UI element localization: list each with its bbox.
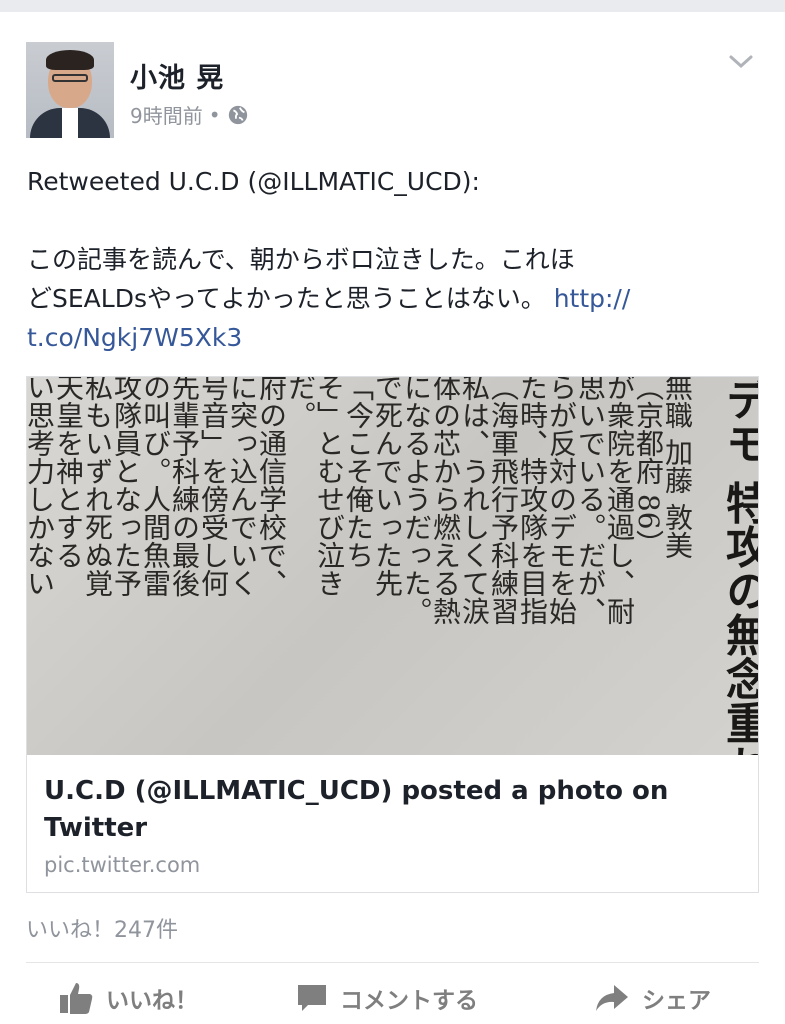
post-meta: 9時間前 •: [130, 100, 249, 129]
post-text-line-with-link: どSEALDsやってよかったと思うことはない。 http://: [27, 279, 767, 318]
divider: [26, 962, 759, 963]
newspaper-column: 私もいずれ死ぬ覚: [81, 377, 114, 597]
like-label: いいね！: [106, 988, 198, 1014]
newspaper-column: （海軍飛行予科練習: [487, 377, 520, 625]
post-card: 小池 晃 9時間前 • Retweeted U.C.D (@ILLMATIC_U…: [0, 12, 785, 1024]
newspaper-column: （京都府 86）: [632, 377, 665, 558]
newspaper-column: 府の通信学校で、: [255, 377, 288, 597]
globe-icon: [228, 105, 247, 124]
avatar[interactable]: [26, 42, 114, 138]
post-time[interactable]: 9時間前: [130, 100, 203, 129]
newspaper-column: になるようだった。: [400, 377, 433, 625]
newspaper-column: に突っ込んでいく: [226, 377, 259, 597]
thumbs-up-icon: [60, 983, 93, 1014]
share-button[interactable]: シェア: [594, 978, 711, 1018]
avatar-hair: [46, 50, 94, 70]
newspaper-photo[interactable]: デモ 特攻の無念重ね涙 無職 加藤 敦美（京都府 86）が衆院を通過し、耐思いで…: [27, 377, 758, 755]
comment-button[interactable]: コメントする: [296, 978, 478, 1018]
newspaper-column: の叫び。人間魚雷: [139, 377, 172, 597]
share-label: シェア: [642, 988, 711, 1014]
avatar-collar: [62, 108, 78, 138]
post-link-start[interactable]: http://: [554, 284, 631, 313]
post-text-line: Retweeted U.C.D (@ILLMATIC_UCD):: [27, 167, 480, 196]
post-message: Retweeted U.C.D (@ILLMATIC_UCD): この記事を読ん…: [27, 162, 767, 357]
newspaper-column: 思いでいる。だが、: [574, 377, 607, 625]
newspaper-column: 無職 加藤 敦美: [661, 377, 694, 559]
newspaper-headline: デモ 特攻の無念重ね涙: [718, 377, 758, 755]
meta-separator: •: [208, 102, 221, 127]
newspaper-column: だ。: [284, 377, 317, 429]
newspaper-column: 攻隊員となった予: [110, 377, 143, 597]
post-text-blank: [27, 201, 767, 240]
newspaper-column: た時、特攻隊を目指: [516, 377, 549, 625]
chevron-down-icon[interactable]: [728, 54, 754, 70]
newspaper-column: い思考力しかない: [27, 377, 56, 597]
shared-link-domain: pic.twitter.com: [44, 853, 201, 877]
newspaper-column: で死んでいった先: [371, 377, 404, 597]
comment-label: コメントする: [340, 988, 478, 1014]
newspaper-column: 「今こそ俺たち: [342, 377, 375, 569]
newspaper-column: 号音」を傍受し何: [197, 377, 230, 597]
post-link-end[interactable]: t.co/Ngkj7W5Xk3: [27, 318, 767, 357]
shared-link-title[interactable]: U.C.D (@ILLMATIC_UCD) posted a photo on …: [44, 773, 744, 847]
shared-link-card[interactable]: デモ 特攻の無念重ね涙 無職 加藤 敦美（京都府 86）が衆院を通過し、耐思いで…: [26, 376, 759, 893]
avatar-glasses: [52, 74, 88, 82]
post-text-line: この記事を読んで、朝からボロ泣きした。これほ: [27, 245, 575, 274]
newspaper-column: 先輩予科練の最後: [168, 377, 201, 597]
newspaper-column: が衆院を通過し、耐: [603, 377, 636, 625]
like-button[interactable]: いいね！: [58, 978, 198, 1018]
post-text-segment: どSEALDsやってよかったと思うことはない。: [27, 284, 546, 313]
like-count[interactable]: いいね！247件: [26, 912, 178, 944]
comment-icon: [298, 985, 326, 1011]
author-name[interactable]: 小池 晃: [130, 56, 224, 95]
newspaper-column: 体の芯から燃える熱: [429, 377, 462, 625]
share-arrow-icon: [596, 985, 628, 1011]
newspaper-column: そ」とむせび泣き: [313, 377, 346, 597]
newspaper-column: 天皇を神とする: [52, 377, 85, 569]
newspaper-column: らが反対のデモを始: [545, 377, 578, 625]
newspaper-column: 私は、うれしくて涙: [458, 377, 491, 625]
